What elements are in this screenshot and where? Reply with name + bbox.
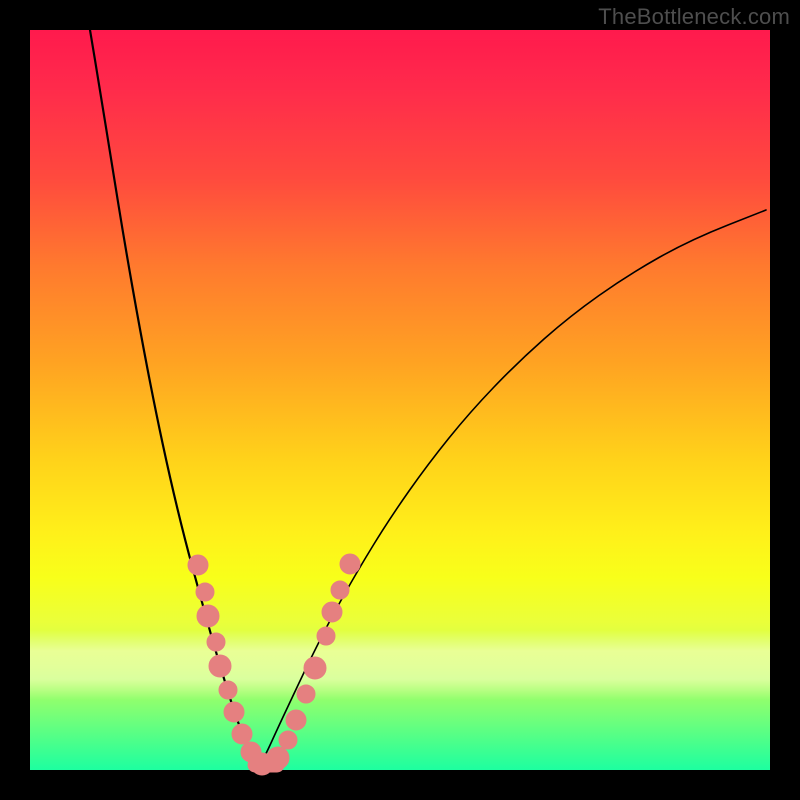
marker-dot — [188, 555, 208, 575]
marker-dot — [286, 710, 306, 730]
marker-dot — [196, 583, 214, 601]
marker-dot — [279, 731, 297, 749]
marker-dot — [317, 627, 335, 645]
marker-dot — [224, 702, 244, 722]
marker-dot — [232, 724, 252, 744]
marker-dot — [340, 554, 360, 574]
curve-svg — [30, 30, 770, 770]
marker-dot — [209, 655, 231, 677]
chart-frame: TheBottleneck.com — [0, 0, 800, 800]
curve-group — [90, 30, 766, 768]
marker-dot — [331, 581, 349, 599]
marker-dot — [304, 657, 326, 679]
marker-dot — [197, 605, 219, 627]
vertex-pill — [248, 758, 284, 772]
curve-right-branch — [258, 210, 766, 768]
plot-area — [30, 30, 770, 770]
marker-dot — [207, 633, 225, 651]
marker-dot — [322, 602, 342, 622]
marker-group — [188, 554, 360, 775]
curve-left-branch — [90, 30, 258, 768]
marker-dot — [297, 685, 315, 703]
watermark-label: TheBottleneck.com — [598, 4, 790, 30]
marker-dot — [219, 681, 237, 699]
